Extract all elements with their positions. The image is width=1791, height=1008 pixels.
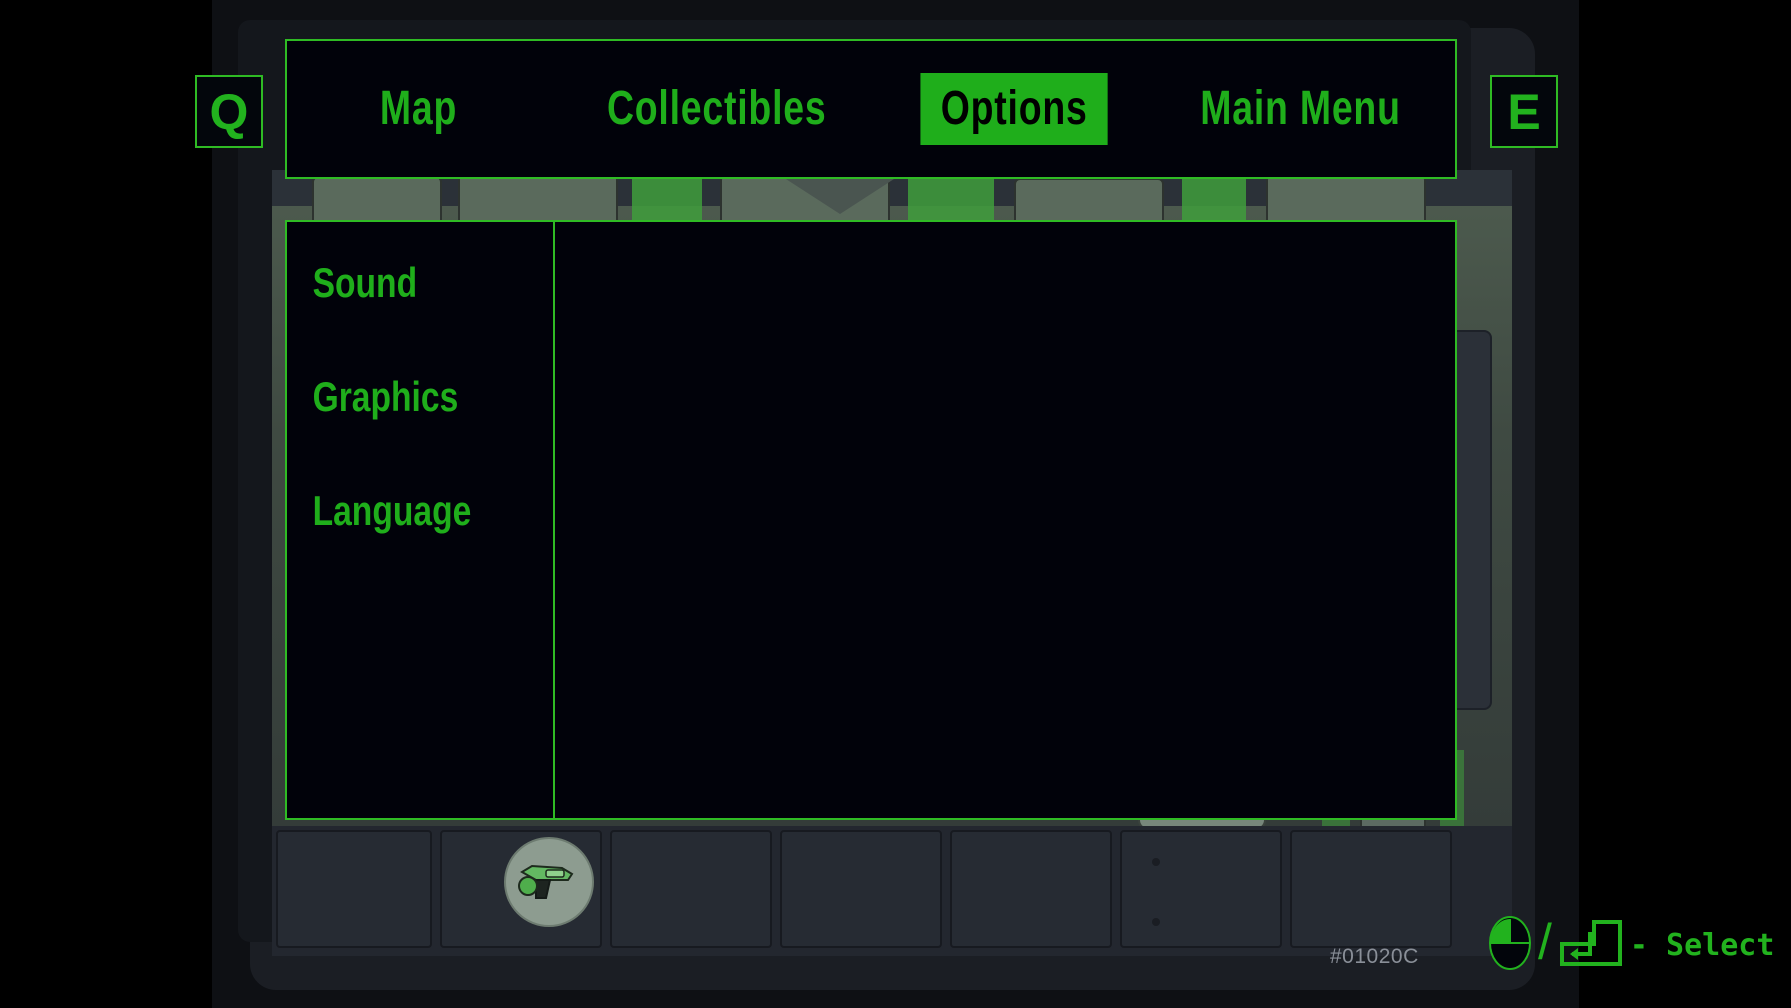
equipped-item-badge bbox=[504, 837, 594, 927]
tab-collectibles[interactable]: Collectibles bbox=[550, 41, 883, 177]
mouse-left-click-icon bbox=[1488, 915, 1532, 976]
options-category-sound[interactable]: Sound bbox=[287, 248, 500, 318]
options-category-list: Sound Graphics Language bbox=[287, 222, 555, 818]
next-tab-key-hint[interactable]: E bbox=[1490, 75, 1558, 148]
floor-tiles bbox=[272, 826, 1512, 956]
build-id-label: #01020C bbox=[1330, 945, 1419, 968]
tab-main-menu-label: Main Menu bbox=[1200, 82, 1401, 135]
options-category-language[interactable]: Language bbox=[287, 476, 500, 546]
tab-options[interactable]: Options bbox=[883, 41, 1146, 177]
tab-collectibles-label: Collectibles bbox=[606, 82, 827, 135]
enter-key-icon bbox=[1558, 918, 1624, 973]
tab-map[interactable]: Map bbox=[287, 41, 550, 177]
separator-slash: / bbox=[1538, 913, 1552, 970]
input-hint: / - Select bbox=[1488, 915, 1774, 976]
tab-options-label: Options bbox=[920, 73, 1109, 145]
input-hint-label: - Select bbox=[1629, 928, 1775, 963]
menu-tab-bar: Map Collectibles Options Main Menu bbox=[285, 39, 1457, 179]
tab-main-menu[interactable]: Main Menu bbox=[1146, 41, 1455, 177]
options-detail-pane bbox=[555, 222, 1455, 818]
tab-map-label: Map bbox=[379, 82, 458, 135]
options-category-graphics[interactable]: Graphics bbox=[287, 362, 500, 432]
options-content-panel: Sound Graphics Language bbox=[285, 220, 1457, 820]
pistol-icon bbox=[516, 858, 582, 907]
previous-tab-key-hint[interactable]: Q bbox=[195, 75, 263, 148]
game-screen: Q E Map Collectibles Options Main Menu S… bbox=[0, 0, 1791, 1008]
